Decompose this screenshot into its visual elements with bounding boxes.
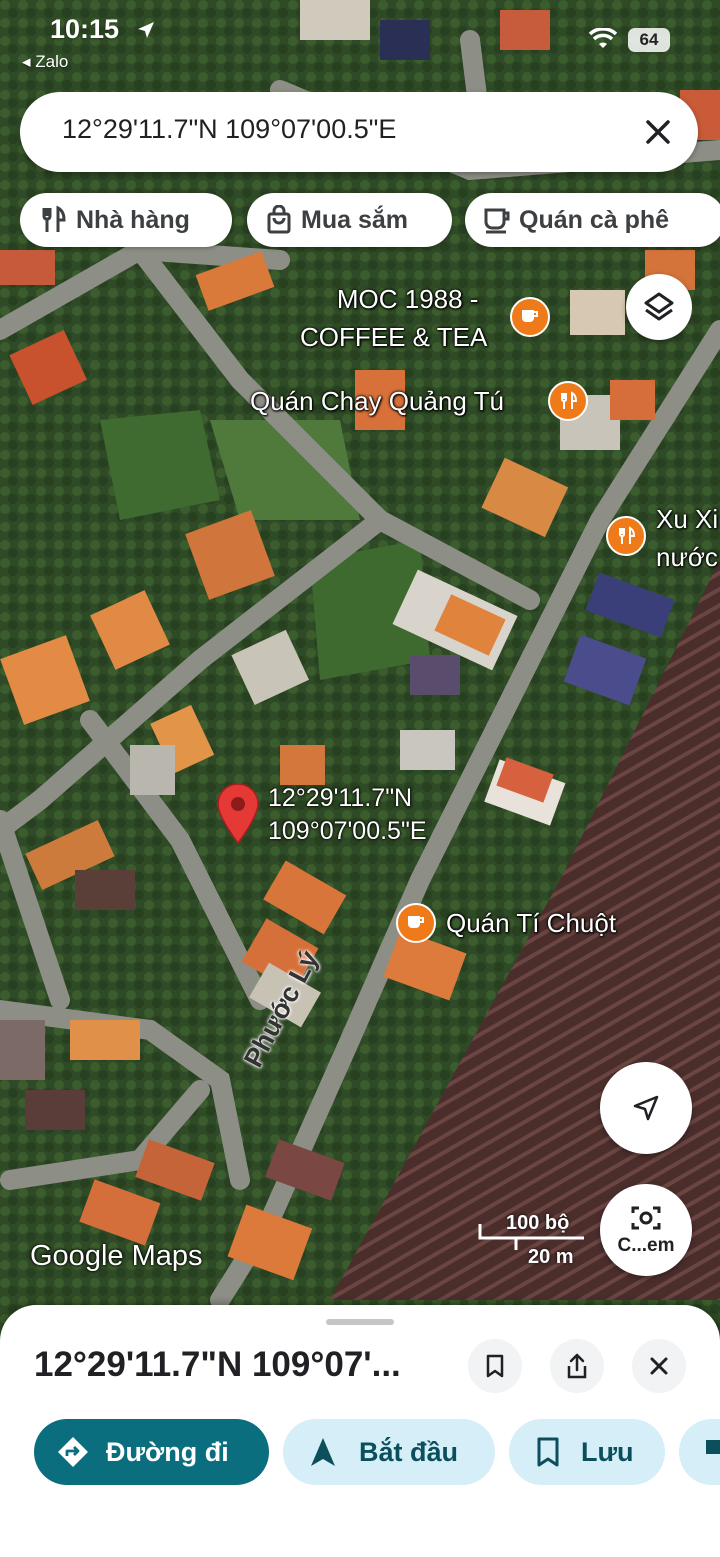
coffee-poi-icon[interactable] <box>396 903 436 943</box>
navigation-arrow-icon <box>633 1095 659 1121</box>
camera-search-button[interactable]: C...em <box>600 1184 692 1276</box>
fork-knife-icon <box>42 205 66 232</box>
pin-longitude: 109°07'00.5"E <box>268 817 427 845</box>
close-icon[interactable] <box>640 114 676 150</box>
chip-shopping[interactable]: Mua sắm <box>247 193 452 247</box>
pin-coordinates-label: 12°29'11.7"N 109°07'00.5"E <box>268 782 427 848</box>
poi-name-line2: nước <box>656 542 718 572</box>
chip-label: Nhà hàng <box>76 205 190 234</box>
chip-coffee[interactable]: Quán cà phê <box>465 193 720 247</box>
save-button[interactable]: Lưu <box>509 1419 665 1485</box>
google-maps-logo: Google Maps <box>30 1240 203 1272</box>
chip-label: Mua sắm <box>301 205 408 234</box>
bookmark-icon <box>486 1354 504 1378</box>
save-bookmark-button[interactable] <box>468 1339 522 1393</box>
scale-feet: 100 bộ <box>506 1212 570 1234</box>
search-input[interactable]: 12°29'11.7"N 109°07'00.5"E <box>62 114 396 145</box>
share-icon <box>567 1353 587 1379</box>
scale-meters: 20 m <box>528 1246 574 1268</box>
poi-name-line1: MOC 1988 - <box>336 284 479 314</box>
poi-quan-chay-quang-tu[interactable]: Quán Chay Quảng Tú <box>250 382 504 420</box>
directions-label: Đường đi <box>106 1436 229 1467</box>
close-sheet-button[interactable] <box>632 1339 686 1393</box>
coffee-cup-icon <box>484 208 510 234</box>
restaurant-poi-icon[interactable] <box>606 516 646 556</box>
poi-name-line1: Xu Xi <box>656 504 719 534</box>
battery-indicator: 64 <box>628 28 670 52</box>
chip-restaurants[interactable]: Nhà hàng <box>20 193 232 247</box>
drag-handle[interactable] <box>326 1319 394 1325</box>
place-title: 12°29'11.7"N 109°07'... <box>34 1345 401 1384</box>
poi-xu-xi[interactable]: Xu Xi nước <box>656 500 718 576</box>
directions-button[interactable]: Đường đi <box>34 1419 269 1485</box>
clock: 10:15 <box>50 14 120 44</box>
map-pin-icon[interactable] <box>216 783 260 845</box>
status-bar: 10:15 ◂ Zalo 64 <box>0 12 720 72</box>
start-navigation-button[interactable]: Bắt đầu <box>283 1419 495 1485</box>
coffee-poi-icon[interactable] <box>510 297 550 337</box>
location-arrow-icon <box>138 22 154 38</box>
flag-icon <box>706 1440 720 1465</box>
camera-button-label: C...em <box>617 1235 675 1256</box>
layers-button[interactable] <box>626 274 692 340</box>
place-bottom-sheet[interactable]: 12°29'11.7"N 109°07'... Đường đi Bắt đầu… <box>0 1305 720 1557</box>
restaurant-poi-icon[interactable] <box>548 381 588 421</box>
wifi-icon <box>588 28 618 48</box>
navigation-arrow-icon <box>311 1438 335 1466</box>
layers-icon <box>644 292 674 321</box>
search-bar[interactable]: 12°29'11.7"N 109°07'00.5"E <box>20 92 698 172</box>
camera-lens-icon <box>631 1206 661 1230</box>
back-to-app-link[interactable]: ◂ Zalo <box>22 52 68 72</box>
label-button[interactable] <box>679 1419 720 1485</box>
map-scale: 100 bộ 20 m <box>476 1210 586 1270</box>
poi-name-line2: COFFEE & TEA <box>300 322 488 352</box>
close-icon <box>650 1357 668 1375</box>
directions-icon <box>58 1437 88 1467</box>
share-button[interactable] <box>550 1339 604 1393</box>
poi-quan-ti-chuot[interactable]: Quán Tí Chuột <box>446 904 616 942</box>
pin-latitude: 12°29'11.7"N <box>268 784 413 812</box>
bookmark-icon <box>537 1437 559 1467</box>
my-location-button[interactable] <box>600 1062 692 1154</box>
start-label: Bắt đầu <box>359 1436 459 1467</box>
shopping-bag-icon <box>267 205 291 234</box>
save-label: Lưu <box>581 1436 634 1467</box>
poi-moc-1988[interactable]: MOC 1988 - COFFEE & TEA <box>300 280 487 356</box>
chip-label: Quán cà phê <box>519 205 670 234</box>
